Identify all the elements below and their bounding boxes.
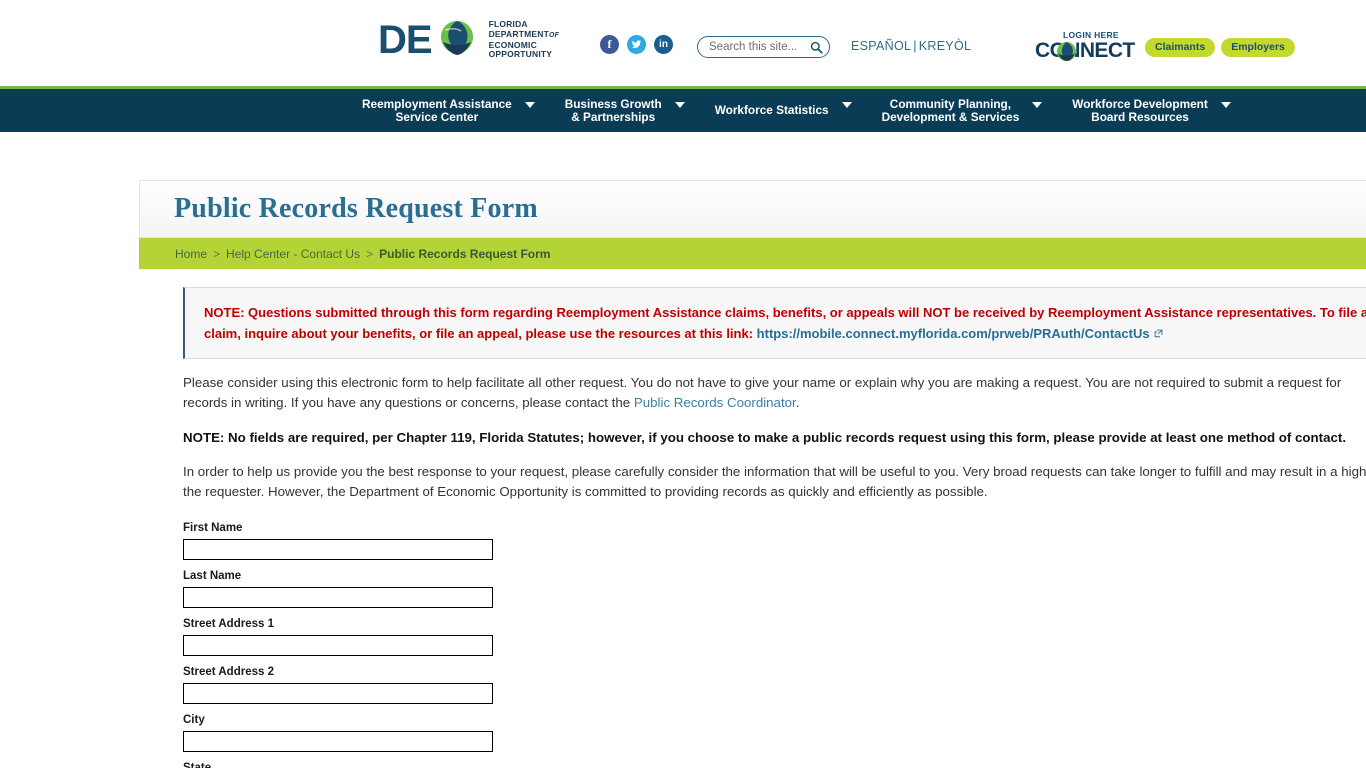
external-link-icon	[1154, 323, 1163, 338]
body-paragraph-3-line-1: In order to help us provide you the best…	[183, 464, 1366, 479]
breadcrumb-home[interactable]: Home	[175, 247, 207, 261]
connect-globe-icon	[1056, 41, 1077, 62]
chevron-down-icon[interactable]	[1032, 101, 1043, 108]
breadcrumb-separator: >	[213, 246, 221, 261]
nav-label-line1: Workforce Statistics	[714, 103, 829, 117]
kreyol-link[interactable]: KREYÒL	[919, 39, 972, 53]
note-line-2-prefix: claim, inquire about your benefits, or f…	[204, 326, 754, 341]
form-field-last-name: Last Name	[183, 570, 1366, 618]
city-input[interactable]	[183, 731, 493, 752]
logo-line-2: DEPARTMENTof	[488, 28, 560, 39]
form-field-street-address-1: Street Address 1	[183, 618, 1366, 666]
nav-item-community-planning[interactable]: Community Planning, Development & Servic…	[881, 96, 1073, 124]
deo-logo[interactable]: DE FLORIDA DEPARTMENTof ECONOMIC OPPORTU…	[378, 20, 559, 60]
linkedin-icon[interactable]: in	[654, 35, 673, 54]
body-paragraph-1-line-1: Please consider using this electronic fo…	[183, 375, 1342, 390]
paragraph-1-period: .	[795, 395, 800, 410]
breadcrumb-help-center[interactable]: Help Center - Contact Us	[226, 247, 360, 261]
facebook-icon[interactable]: f	[600, 35, 619, 54]
street-address-2-input[interactable]	[183, 683, 493, 704]
note-line-1: NOTE: Questions submitted through this f…	[204, 305, 1366, 320]
chevron-down-icon[interactable]	[524, 101, 535, 108]
street-address-1-input[interactable]	[183, 635, 493, 656]
main-content: NOTE: Questions submitted through this f…	[0, 287, 1366, 768]
contact-us-link[interactable]: https://mobile.connect.myflorida.com/prw…	[757, 326, 1150, 341]
breadcrumb-current: Public Records Request Form	[379, 246, 551, 261]
deo-logo-letters: DE	[378, 18, 433, 62]
nav-label-line2: Development & Services	[881, 109, 1020, 124]
public-records-coordinator-link[interactable]: Public Records Coordinator	[634, 395, 796, 410]
chevron-down-icon[interactable]	[674, 101, 685, 108]
page-title-band: Public Records Request Form	[139, 180, 1366, 238]
street-address-2-label: Street Address 2	[183, 666, 274, 678]
state-label: State	[183, 762, 212, 768]
nav-label-line1: Business Growth	[564, 96, 662, 111]
nav-label-line2: Board Resources	[1091, 109, 1189, 124]
last-name-input[interactable]	[183, 587, 493, 608]
chevron-down-icon[interactable]	[1220, 101, 1231, 108]
claimants-button[interactable]: Claimants	[1145, 37, 1216, 57]
main-navigation: Reemployment Assistance Service Center B…	[0, 86, 1366, 132]
body-paragraph-1-line-2: records in writing. If you have any ques…	[183, 393, 1366, 413]
first-name-input[interactable]	[183, 539, 493, 560]
language-separator: |	[913, 39, 917, 53]
nav-label-line1: Workforce Development	[1072, 96, 1208, 111]
search-input[interactable]	[707, 40, 810, 54]
breadcrumb: Home > Help Center - Contact Us > Public…	[139, 238, 1366, 269]
logo-line-4: OPPORTUNITY	[488, 49, 553, 60]
note-callout: NOTE: Questions submitted through this f…	[183, 287, 1366, 359]
connect-logo[interactable]: LOGIN HERE CONNECT	[1035, 30, 1139, 64]
body-paragraph-3-line-2: the requester. However, the Department o…	[183, 484, 988, 499]
form-field-street-address-2: Street Address 2	[183, 666, 1366, 714]
paragraph-1-text: records in writing. If you have any ques…	[183, 395, 634, 410]
search-box[interactable]	[697, 36, 830, 58]
search-icon[interactable]	[810, 41, 823, 54]
street-address-1-label: Street Address 1	[183, 618, 274, 630]
first-name-label: First Name	[183, 522, 243, 534]
globe-icon	[435, 18, 479, 62]
form-field-state: State	[183, 762, 1366, 768]
nav-item-workforce-statistics[interactable]: Workforce Statistics	[714, 101, 882, 120]
espanol-link[interactable]: ESPAÑOL	[851, 39, 911, 53]
nav-label-line1: Reemployment Assistance	[362, 96, 512, 111]
nav-label-line2: Service Center	[395, 109, 479, 124]
social-links: f in	[600, 35, 673, 54]
nav-item-reemployment-assistance[interactable]: Reemployment Assistance Service Center	[362, 96, 565, 124]
last-name-label: Last Name	[183, 570, 242, 582]
connect-wordmark: CONNECT	[1035, 39, 1135, 62]
page-title: Public Records Request Form	[174, 193, 538, 224]
nav-item-workforce-development[interactable]: Workforce Development Board Resources	[1072, 96, 1260, 124]
site-header: DE FLORIDA DEPARTMENTof ECONOMIC OPPORTU…	[0, 0, 1366, 86]
note-line-2: claim, inquire about your benefits, or f…	[204, 323, 1366, 344]
city-label: City	[183, 714, 205, 726]
chevron-down-icon[interactable]	[841, 101, 852, 108]
nav-label-line1: Community Planning,	[889, 96, 1012, 111]
public-records-request-form: First Name Last Name Street Address 1 St…	[183, 522, 1366, 768]
body-paragraph-2: NOTE: No fields are required, per Chapte…	[183, 430, 1347, 445]
form-field-city: City	[183, 714, 1366, 762]
twitter-icon[interactable]	[627, 35, 646, 54]
nav-label-line2: & Partnerships	[571, 109, 656, 124]
breadcrumb-separator: >	[366, 246, 374, 261]
nav-item-business-growth[interactable]: Business Growth & Partnerships	[564, 96, 715, 124]
form-field-first-name: First Name	[183, 522, 1366, 570]
language-links: ESPAÑOL | KREYÒL	[851, 39, 971, 53]
deo-logo-mark: DE	[378, 18, 473, 62]
employers-button[interactable]: Employers	[1221, 37, 1295, 57]
connect-section: LOGIN HERE CONNECT Claimants Employers	[1035, 30, 1295, 64]
